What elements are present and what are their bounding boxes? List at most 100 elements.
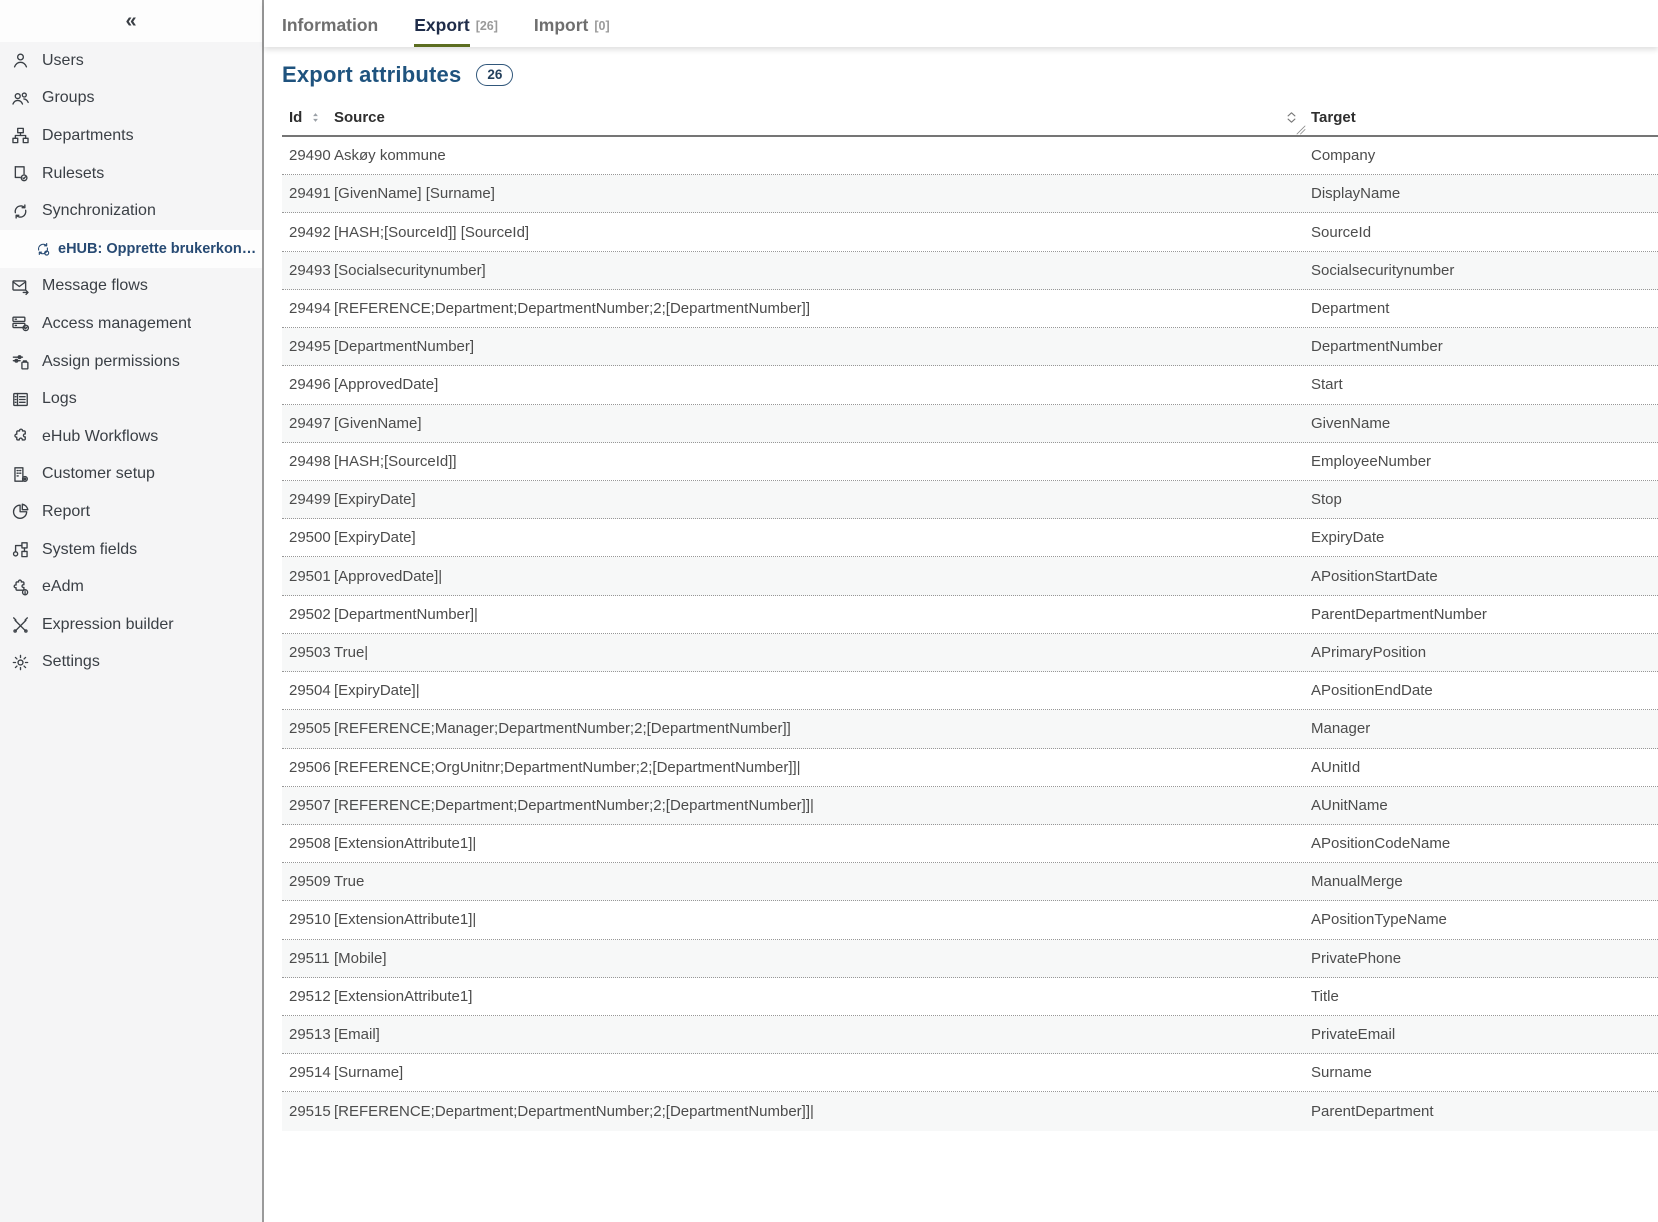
cell-source: [GivenName] [Surname] [334, 185, 1311, 202]
sidebar-item-ehub-workflows[interactable]: eHub Workflows [0, 418, 262, 456]
table-row[interactable]: 29513[Email]PrivateEmail [282, 1016, 1658, 1054]
table-row[interactable]: 29508[ExtensionAttribute1]|APositionCode… [282, 825, 1658, 863]
sidebar-item-users[interactable]: Users [0, 42, 262, 80]
table-row[interactable]: 29497[GivenName]GivenName [282, 405, 1658, 443]
column-header-id[interactable]: Id [282, 109, 334, 126]
sidebar-item-eadm[interactable]: eAdm [0, 568, 262, 606]
cell-id: 29513 [282, 1026, 334, 1043]
column-header-target-label: Target [1311, 109, 1356, 126]
sidebar-item-label: Expression builder [42, 616, 174, 634]
table-row[interactable]: 29509TrueManualMerge [282, 863, 1658, 901]
table-row[interactable]: 29505[REFERENCE;Manager;DepartmentNumber… [282, 710, 1658, 748]
sidebar-item-departments[interactable]: Departments [0, 117, 262, 155]
heading-row: Export attributes 26 [264, 47, 1658, 99]
cell-target: PrivateEmail [1311, 1026, 1658, 1043]
tab-information[interactable]: Information [282, 0, 378, 47]
sidebar-item-report[interactable]: Report [0, 493, 262, 531]
sidebar-item-access-management[interactable]: Access management [0, 305, 262, 343]
tab-label: Export [414, 1, 469, 47]
cell-target: Title [1311, 988, 1658, 1005]
table-row[interactable]: 29495[DepartmentNumber]DepartmentNumber [282, 328, 1658, 366]
sidebar-item-ehub-opprette-brukerkonto-fo[interactable]: eHUB: Opprette brukerkonto fo... [0, 230, 262, 268]
table-row[interactable]: 29493[Socialsecuritynumber]Socialsecurit… [282, 252, 1658, 290]
puzzle-info-icon [11, 578, 30, 597]
cell-source: [GivenName] [334, 415, 1311, 432]
cell-target: DepartmentNumber [1311, 338, 1658, 355]
table-row[interactable]: 29512[ExtensionAttribute1]Title [282, 978, 1658, 1016]
column-header-id-label: Id [282, 109, 302, 126]
cell-source: [Surname] [334, 1064, 1311, 1081]
table-row[interactable]: 29515[REFERENCE;Department;DepartmentNum… [282, 1092, 1658, 1130]
cell-target: Stop [1311, 491, 1658, 508]
sidebar-item-message-flows[interactable]: Message flows [0, 268, 262, 306]
sidebar-item-logs[interactable]: Logs [0, 380, 262, 418]
column-header-source[interactable]: Source [334, 109, 1311, 126]
sidebar-collapse-button[interactable]: « [115, 9, 146, 33]
count-badge: 26 [476, 64, 513, 86]
table-row[interactable]: 29502[DepartmentNumber]|ParentDepartment… [282, 596, 1658, 634]
cell-source: [ExpiryDate]| [334, 682, 1311, 699]
tab-count: [26] [476, 19, 498, 33]
cell-id: 29500 [282, 529, 334, 546]
sidebar-item-label: Departments [42, 127, 134, 145]
sidebar-item-customer-setup[interactable]: Customer setup [0, 456, 262, 494]
sidebar-item-rulesets[interactable]: Rulesets [0, 155, 262, 193]
cell-target: ParentDepartment [1311, 1103, 1658, 1120]
sidebar-item-settings[interactable]: Settings [0, 644, 262, 682]
column-header-target[interactable]: Target [1311, 109, 1658, 126]
cell-source: [Email] [334, 1026, 1311, 1043]
cell-target: PrivatePhone [1311, 950, 1658, 967]
cell-id: 29491 [282, 185, 334, 202]
cell-id: 29511 [282, 950, 334, 967]
sidebar-item-system-fields[interactable]: System fields [0, 531, 262, 569]
table-row[interactable]: 29498[HASH;[SourceId]]EmployeeNumber [282, 443, 1658, 481]
table-row[interactable]: 29494[REFERENCE;Department;DepartmentNum… [282, 290, 1658, 328]
sort-arrows-icon[interactable] [309, 111, 322, 124]
table-row[interactable]: 29491[GivenName] [Surname]DisplayName [282, 175, 1658, 213]
table-row[interactable]: 29507[REFERENCE;Department;DepartmentNum… [282, 787, 1658, 825]
cell-id: 29504 [282, 682, 334, 699]
table-row[interactable]: 29492[HASH;[SourceId]] [SourceId]SourceI… [282, 213, 1658, 251]
cell-id: 29501 [282, 568, 334, 585]
cell-target: AUnitId [1311, 759, 1658, 776]
tab-export[interactable]: Export [26] [414, 0, 498, 47]
sidebar-item-label: eAdm [42, 578, 84, 596]
app-root: « UsersGroups Departments RulesetsSynchron… [0, 0, 1658, 1222]
cell-source: [ExpiryDate] [334, 491, 1311, 508]
cell-id: 29503 [282, 644, 334, 661]
table-row[interactable]: 29510[ExtensionAttribute1]|APositionType… [282, 901, 1658, 939]
cell-target: Manager [1311, 720, 1658, 737]
table-row[interactable]: 29501[ApprovedDate]|APositionStartDate [282, 557, 1658, 595]
table-row[interactable]: 29503True|APrimaryPosition [282, 634, 1658, 672]
table-row[interactable]: 29490Askøy kommuneCompany [282, 137, 1658, 175]
sidebar-item-label: eHUB: Opprette brukerkonto fo... [58, 241, 258, 257]
pie-chart-icon [11, 502, 30, 521]
tab-import[interactable]: Import[0] [534, 0, 610, 47]
export-attributes-table: Id Source Target 29490Askøy kommuneCompa… [282, 99, 1658, 1222]
sidebar-item-expression-builder[interactable]: Expression builder [0, 606, 262, 644]
cell-source: [Socialsecuritynumber] [334, 262, 1311, 279]
sidebar-item-assign-permissions[interactable]: Assign permissions [0, 343, 262, 381]
cell-target: Department [1311, 300, 1658, 317]
sidebar-item-groups[interactable]: Groups [0, 80, 262, 118]
sync-sub-icon [35, 241, 51, 257]
table-row[interactable]: 29504[ExpiryDate]|APositionEndDate [282, 672, 1658, 710]
table-row[interactable]: 29506[REFERENCE;OrgUnitnr;DepartmentNumb… [282, 749, 1658, 787]
tab-label: Information [282, 1, 378, 47]
page-title: Export attributes [282, 62, 461, 88]
table-row[interactable]: 29514[Surname]Surname [282, 1054, 1658, 1092]
cell-source: Askøy kommune [334, 147, 1311, 164]
table-row[interactable]: 29511[Mobile]PrivatePhone [282, 940, 1658, 978]
table-row[interactable]: 29500[ExpiryDate]ExpiryDate [282, 519, 1658, 557]
puzzle-icon [11, 427, 30, 446]
sidebar-item-synchronization[interactable]: Synchronization [0, 192, 262, 230]
table-row[interactable]: 29496[ApprovedDate]Start [282, 366, 1658, 404]
table-row[interactable]: 29499[ExpiryDate]Stop [282, 481, 1658, 519]
system-fields-icon [11, 540, 30, 559]
table-body: 29490Askøy kommuneCompany29491[GivenName… [282, 137, 1658, 1131]
column-resize-icon[interactable] [1295, 123, 1307, 135]
sidebar-collapse-bar: « [0, 0, 262, 42]
cell-source: [REFERENCE;Department;DepartmentNumber;2… [334, 797, 1311, 814]
cell-source: True [334, 873, 1311, 890]
cell-id: 29495 [282, 338, 334, 355]
